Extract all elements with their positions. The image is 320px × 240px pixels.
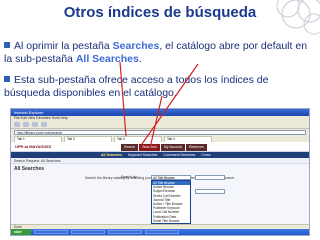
search-term-input[interactable]: [195, 175, 225, 180]
bullet-1-highlight-searches: Searches: [112, 40, 160, 52]
bullet-2-text: Esta sub-pestaña ofrece acceso a todos l…: [4, 74, 269, 99]
tab-my-account[interactable]: My Account: [160, 144, 185, 151]
dropdown-option[interactable]: Serial Title Browse: [152, 219, 190, 223]
search-term-input-2[interactable]: [195, 189, 225, 194]
index-dropdown: All Title Browse Author Browse Subject B…: [151, 180, 191, 225]
bullet-2: Esta sub-pestaña ofrece acceso a todos l…: [4, 74, 310, 100]
embedded-screenshot: Internet Explorer File Edit View Favorit…: [10, 108, 310, 236]
tab-search[interactable]: Search: [121, 144, 139, 151]
search-form: Search by: All Title Browse All Title Br…: [121, 175, 241, 225]
browser-title-bar: Internet Explorer: [11, 109, 309, 116]
bullet-square-icon: [4, 76, 10, 82]
subtab-all-searches[interactable]: All Searches: [101, 153, 122, 157]
bullet-square-icon: [4, 42, 10, 48]
forward-icon[interactable]: [23, 122, 29, 127]
tab-reserves[interactable]: Reserves: [185, 144, 207, 151]
library-logo: UPR at MAYAGUEZ: [15, 144, 52, 149]
address-bar: http://library.uprm.edu/search: [11, 129, 309, 136]
home-icon[interactable]: [41, 122, 47, 127]
browser-toolbar: [11, 121, 309, 129]
subtab-command-searches[interactable]: Command Searches: [163, 153, 195, 157]
start-button[interactable]: start: [11, 229, 31, 235]
back-icon[interactable]: [14, 122, 20, 127]
taskbar-item[interactable]: [34, 230, 68, 234]
taskbar-item[interactable]: [71, 230, 105, 234]
search-by-label: Search by:: [121, 175, 138, 179]
subtab-keyword-searches[interactable]: Keyword Searches: [128, 153, 157, 157]
refresh-icon[interactable]: [32, 122, 38, 127]
address-input[interactable]: http://library.uprm.edu/search: [14, 130, 306, 135]
decorative-circles: [276, 0, 320, 35]
bullet-1-pre: Al oprimir la pestaña: [14, 40, 113, 52]
taskbar-item[interactable]: [108, 230, 142, 234]
subtab-cross[interactable]: Cross: [201, 153, 210, 157]
bullet-1-post: .: [138, 53, 142, 65]
tab-searches[interactable]: Searches: [139, 144, 160, 151]
taskbar-item[interactable]: [145, 230, 179, 234]
library-tabs: Search Searches My Account Reserves: [121, 144, 207, 151]
library-header: UPR at MAYAGUEZ Search Searches My Accou…: [11, 142, 309, 152]
bullet-1-highlight-all-searches: All Searches: [75, 53, 139, 65]
page-heading: All Searches: [14, 166, 45, 172]
bullet-1: Al oprimir la pestaña Searches, el catál…: [4, 40, 310, 66]
windows-taskbar: start: [11, 229, 309, 235]
